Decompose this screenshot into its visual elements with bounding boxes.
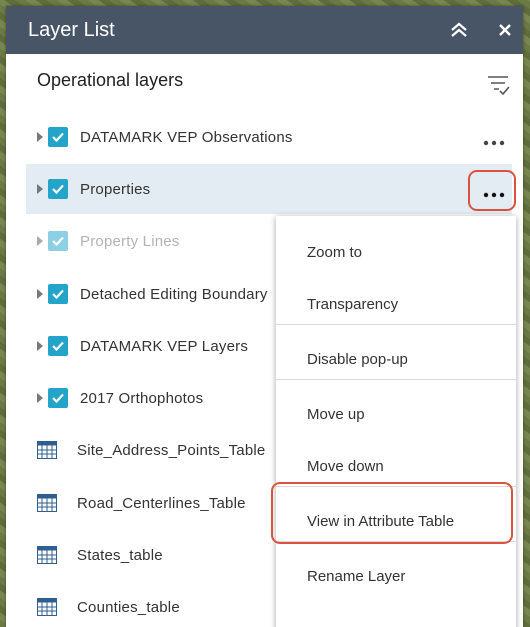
layer-context-menu: Zoom to Transparency Disable pop-up Move… bbox=[276, 216, 516, 627]
menu-item-view-attribute-table[interactable]: View in Attribute Table bbox=[276, 495, 516, 547]
check-icon bbox=[52, 393, 64, 404]
layer-label: Detached Editing Boundary bbox=[80, 285, 268, 303]
menu-item-label: Disable pop-up bbox=[307, 350, 408, 368]
check-icon bbox=[52, 184, 64, 195]
table-label: Counties_table bbox=[77, 598, 180, 616]
layer-label: DATAMARK VEP Layers bbox=[80, 337, 249, 355]
menu-divider bbox=[276, 379, 516, 380]
layer-checkbox[interactable] bbox=[48, 336, 68, 356]
layer-label: DATAMARK VEP Observations bbox=[80, 128, 293, 146]
table-icon bbox=[37, 546, 57, 564]
table-icon bbox=[37, 494, 57, 512]
sort-icon[interactable] bbox=[484, 70, 512, 98]
menu-item-label: View in Attribute Table bbox=[307, 512, 455, 530]
table-label: Road_Centerlines_Table bbox=[77, 494, 246, 512]
menu-item-label: Move down bbox=[307, 457, 384, 475]
menu-item-disable-popup[interactable]: Disable pop-up bbox=[276, 333, 516, 385]
layer-row-selected[interactable]: Properties bbox=[26, 164, 512, 214]
layer-label: Properties bbox=[80, 180, 151, 198]
menu-item-label: Rename Layer bbox=[307, 567, 406, 585]
menu-item-label: Transparency bbox=[307, 295, 399, 313]
menu-divider bbox=[276, 541, 516, 542]
menu-item-label: Move up bbox=[307, 405, 365, 423]
layer-checkbox[interactable] bbox=[48, 284, 68, 304]
table-label: Site_Address_Points_Table bbox=[77, 441, 266, 459]
check-icon bbox=[52, 341, 64, 352]
layer-row[interactable]: DATAMARK VEP Observations bbox=[26, 112, 512, 162]
operational-layers-header: Operational layers bbox=[37, 70, 184, 90]
check-icon bbox=[52, 289, 64, 300]
menu-item-transparency[interactable]: Transparency bbox=[276, 278, 516, 330]
layer-checkbox[interactable] bbox=[48, 127, 68, 147]
menu-item-move-down[interactable]: Move down bbox=[276, 440, 516, 492]
expander-icon[interactable] bbox=[36, 289, 44, 299]
check-icon bbox=[52, 132, 64, 143]
layer-label: Property Lines bbox=[80, 232, 180, 250]
table-icon bbox=[37, 598, 57, 616]
table-label: States_table bbox=[77, 546, 163, 564]
expander-icon[interactable] bbox=[36, 393, 44, 403]
menu-divider bbox=[276, 324, 516, 325]
menu-item-label: Zoom to bbox=[307, 243, 363, 261]
check-icon bbox=[52, 236, 64, 247]
more-icon[interactable] bbox=[481, 135, 507, 151]
collapse-icon[interactable] bbox=[447, 18, 471, 42]
layer-label: 2017 Orthophotos bbox=[80, 389, 204, 407]
panel-titlebar: Layer List bbox=[6, 6, 523, 54]
layer-checkbox[interactable] bbox=[48, 179, 68, 199]
expander-icon[interactable] bbox=[36, 184, 44, 194]
more-icon[interactable] bbox=[481, 187, 507, 203]
menu-item-rename-layer[interactable]: Rename Layer bbox=[276, 550, 516, 602]
expander-icon[interactable] bbox=[36, 341, 44, 351]
panel-title: Layer List bbox=[28, 18, 115, 41]
menu-item-zoom-to[interactable]: Zoom to bbox=[276, 226, 516, 278]
expander-icon[interactable] bbox=[36, 236, 44, 246]
table-icon bbox=[37, 441, 57, 459]
layer-checkbox[interactable] bbox=[48, 231, 68, 251]
expander-icon[interactable] bbox=[36, 132, 44, 142]
layer-list-panel: Layer List Operational layers DATAMARK V… bbox=[6, 6, 523, 627]
layer-checkbox[interactable] bbox=[48, 388, 68, 408]
menu-divider bbox=[276, 486, 516, 487]
close-icon[interactable] bbox=[493, 18, 517, 42]
menu-item-move-up[interactable]: Move up bbox=[276, 388, 516, 440]
